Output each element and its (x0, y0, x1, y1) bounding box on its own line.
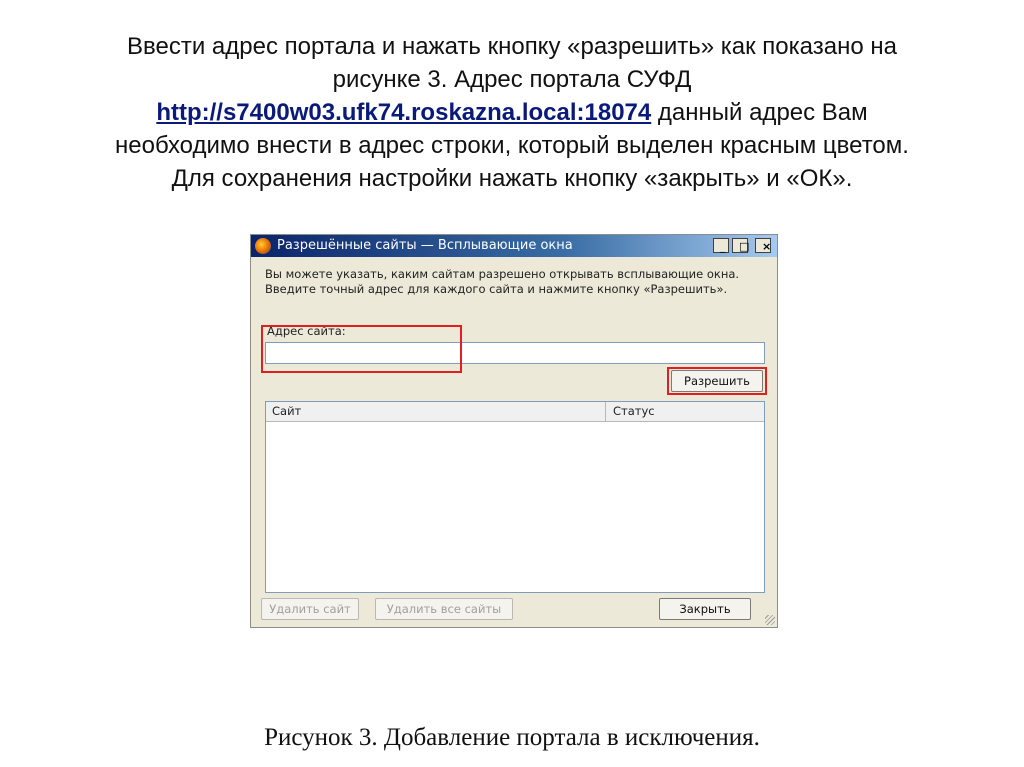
instructions-line-3-rest: данный адрес Вам (651, 99, 868, 126)
close-window-button[interactable]: × (755, 238, 771, 253)
list-header: Сайт Статус (266, 402, 764, 422)
allowed-sites-dialog: Разрешённые сайты — Всплывающие окна _ □… (250, 234, 778, 628)
instructions-line-5: Для сохранения настройки нажать кнопку «… (171, 165, 853, 192)
resize-grip-icon[interactable] (765, 615, 775, 625)
dialog-title: Разрешённые сайты — Всплывающие окна (277, 238, 573, 253)
instructions-line-3: http://s7400w03.ufk74.roskazna.local:180… (40, 96, 984, 129)
figure-caption: Рисунок 3. Добавление портала в исключен… (264, 724, 760, 751)
portal-url-link[interactable]: http://s7400w03.ufk74.roskazna.local:180… (156, 99, 651, 126)
firefox-icon (255, 238, 271, 254)
instructions-text: Ввести адрес портала и нажать кнопку «ра… (40, 30, 984, 195)
instructions-line-4: необходимо внести в адрес строки, которы… (115, 132, 909, 159)
maximize-button[interactable]: □ (732, 238, 749, 253)
instructions-line-2: рисунке 3. Адрес портала СУФД (332, 66, 692, 93)
minimize-button[interactable]: _ (713, 238, 729, 253)
column-header-status[interactable]: Статус (607, 402, 771, 421)
dialog-description: Вы можете указать, каким сайтам разрешен… (265, 267, 740, 296)
column-header-site[interactable]: Сайт (266, 402, 606, 421)
instructions-line-1: Ввести адрес портала и нажать кнопку «ра… (127, 33, 897, 60)
close-button[interactable]: Закрыть (659, 598, 751, 620)
site-address-input[interactable] (265, 342, 765, 364)
address-label: Адрес сайта: (267, 324, 346, 338)
sites-list[interactable]: Сайт Статус (265, 401, 765, 593)
remove-all-sites-button[interactable]: Удалить все сайты (375, 598, 513, 620)
dialog-titlebar[interactable]: Разрешённые сайты — Всплывающие окна _ □… (251, 235, 777, 257)
allow-button[interactable]: Разрешить (671, 370, 763, 392)
remove-site-button[interactable]: Удалить сайт (261, 598, 359, 620)
